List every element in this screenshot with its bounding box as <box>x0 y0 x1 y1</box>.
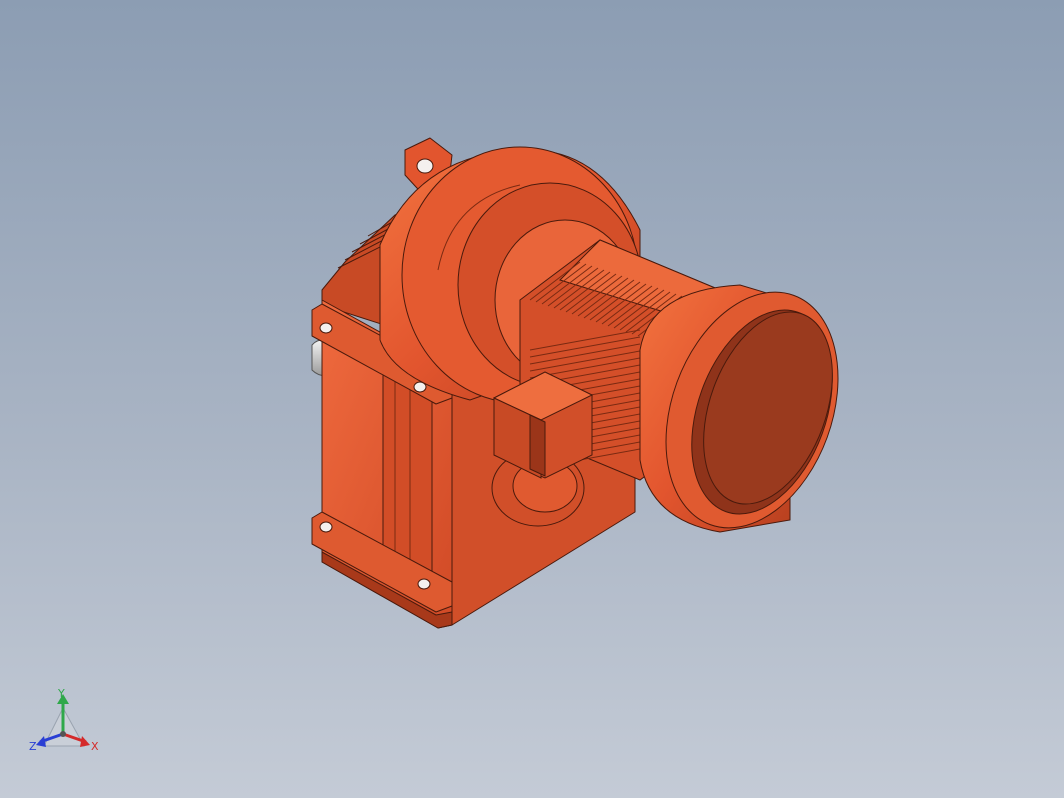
z-axis-label: Z <box>29 740 37 753</box>
y-axis-label: Y <box>58 687 65 700</box>
x-axis-arrow <box>80 736 90 747</box>
x-axis-label: X <box>91 740 99 753</box>
z-axis-arrow <box>36 736 46 747</box>
fan-cover <box>639 284 839 533</box>
gear-motor-model[interactable] <box>0 0 1064 798</box>
3d-viewport[interactable]: Y X Z <box>0 0 1064 798</box>
